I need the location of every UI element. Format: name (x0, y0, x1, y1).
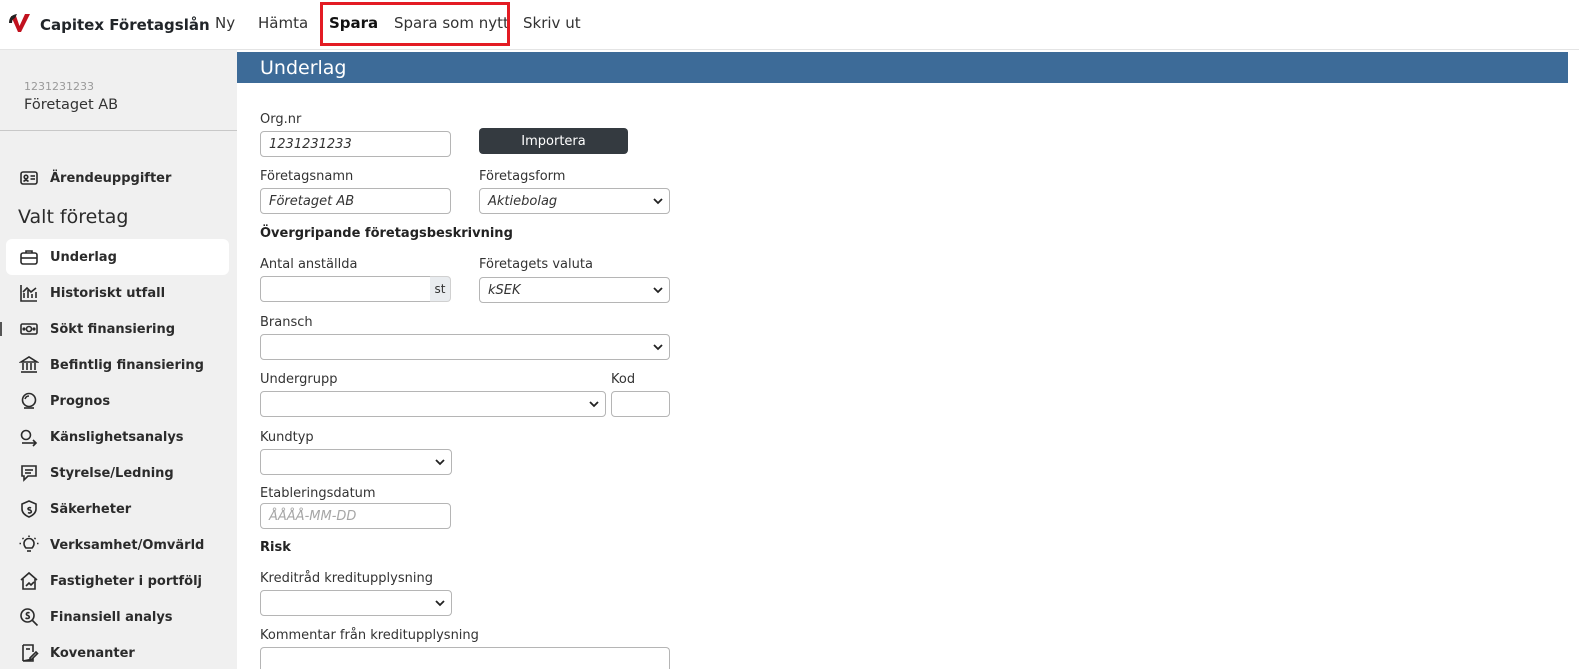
briefcase-icon (18, 246, 40, 268)
sidebar: 1231231233 Företaget AB Ärendeuppgifter … (0, 50, 237, 669)
bank-icon (18, 354, 40, 376)
currency-label: Företagets valuta (479, 257, 593, 272)
sidebar-item-prognos[interactable]: Prognos (6, 383, 229, 419)
orgnr-label: Org.nr (260, 112, 302, 127)
chevron-down-icon (435, 600, 445, 607)
sidebar-divider (0, 130, 237, 131)
top-navbar: Capitex Företagslån Ny Hämta Spara Spara… (0, 0, 1579, 50)
page-title: Underlag (260, 57, 347, 79)
sidebar-item-befintlig-finansiering[interactable]: Befintlig finansiering (6, 347, 229, 383)
company-form-label: Företagsform (479, 169, 566, 184)
chart-icon (18, 282, 40, 304)
company-name-input[interactable]: Företaget AB (260, 188, 451, 214)
company-orgnr: 1231231233 (24, 80, 94, 93)
document-edit-icon (18, 642, 40, 664)
nav-skriv-ut[interactable]: Skriv ut (523, 14, 581, 32)
lightbulb-icon (18, 534, 40, 556)
industry-select[interactable] (260, 334, 670, 360)
sidebar-item-sokt-finansiering[interactable]: Sökt finansiering (6, 311, 229, 347)
orgnr-value: 1231231233 (269, 136, 352, 152)
established-label: Etableringsdatum (260, 486, 376, 501)
brand[interactable]: Capitex Företagslån (8, 13, 210, 37)
industry-label: Bransch (260, 315, 313, 330)
highlight-annotation (320, 2, 510, 46)
company-form-value: Aktiebolag (488, 193, 558, 209)
sidebar-item-finansiell-analys[interactable]: Finansiell analys (6, 599, 229, 635)
scroll-marker (0, 322, 2, 336)
company-form-select[interactable]: Aktiebolag (479, 188, 670, 214)
customer-type-label: Kundtyp (260, 430, 314, 445)
money-icon (18, 318, 40, 340)
company-block: 1231231233 Företaget AB (24, 80, 118, 113)
employees-unit: st (430, 276, 451, 302)
sidebar-item-label: Säkerheter (50, 501, 132, 517)
sidebar-item-label: Verksamhet/Omvärld (50, 537, 205, 553)
sidebar-item-label: Sökt finansiering (50, 321, 176, 337)
sidebar-item-label: Styrelse/Ledning (50, 465, 174, 481)
credit-advice-select[interactable] (260, 590, 452, 616)
nav-hamta[interactable]: Hämta (258, 14, 308, 32)
sidebar-item-label: Känslighetsanalys (50, 429, 184, 445)
sidebar-item-fastigheter-i-portfolj[interactable]: Fastigheter i portfölj (6, 563, 229, 599)
sidebar-item-underlag[interactable]: Underlag (6, 239, 229, 275)
credit-comment-textarea[interactable] (260, 647, 670, 669)
sidebar-item-label: Fastigheter i portfölj (50, 573, 202, 589)
capitex-logo-icon (8, 12, 33, 38)
subgroup-label: Undergrupp (260, 372, 338, 387)
search-dollar-icon (18, 606, 40, 628)
sensitivity-arrow-icon (18, 426, 40, 448)
credit-comment-label: Kommentar från kreditupplysning (260, 628, 479, 643)
subgroup-select[interactable] (260, 391, 606, 417)
sidebar-item-sakerheter[interactable]: Säkerheter (6, 491, 229, 527)
credit-advice-label: Kreditråd kreditupplysning (260, 571, 433, 586)
import-button[interactable]: Importera (479, 128, 628, 154)
sidebar-item-verksamhet-omvarld[interactable]: Verksamhet/Omvärld (6, 527, 229, 563)
sidebar-item-styrelse-ledning[interactable]: Styrelse/Ledning (6, 455, 229, 491)
company-name-label: Företagsnamn (260, 169, 354, 184)
currency-select[interactable]: kSEK (479, 277, 670, 303)
established-date-input[interactable]: ÅÅÅÅ-MM-DD (260, 503, 451, 529)
section-title: Valt företag (18, 206, 129, 228)
chevron-down-icon (653, 344, 663, 351)
sidebar-item-label: Prognos (50, 393, 111, 409)
sidebar-item-kanslighetsanalys[interactable]: Känslighetsanalys (6, 419, 229, 455)
sidebar-item-label: Befintlig finansiering (50, 357, 204, 373)
established-placeholder: ÅÅÅÅ-MM-DD (269, 508, 357, 524)
customer-type-select[interactable] (260, 449, 452, 475)
employees-label: Antal anställda (260, 257, 358, 272)
code-label: Kod (611, 372, 636, 387)
sidebar-item-historiskt-utfall[interactable]: Historiskt utfall (6, 275, 229, 311)
employees-input[interactable] (260, 276, 431, 302)
company-name-value: Företaget AB (269, 193, 355, 209)
crystal-ball-icon (18, 390, 40, 412)
sidebar-item-kovenanter[interactable]: Kovenanter (6, 635, 229, 671)
sidebar-item-label: Ärendeuppgifter (50, 170, 172, 186)
company-name: Företaget AB (24, 97, 119, 113)
brand-name: Capitex Företagslån (40, 16, 210, 34)
nav-ny[interactable]: Ny (215, 14, 235, 32)
orgnr-input[interactable]: 1231231233 (260, 131, 451, 157)
risk-heading: Risk (260, 540, 291, 555)
chevron-down-icon (589, 401, 599, 408)
content-header: Underlag (237, 52, 1568, 83)
comment-icon (18, 462, 40, 484)
shield-dollar-icon (18, 498, 40, 520)
overview-heading: Övergripande företagsbeskrivning (260, 226, 513, 241)
sidebar-item-label: Finansiell analys (50, 609, 173, 625)
sidebar-item-label: Kovenanter (50, 645, 135, 661)
sidebar-item-label: Historiskt utfall (50, 285, 166, 301)
chevron-down-icon (653, 287, 663, 294)
currency-value: kSEK (488, 282, 521, 298)
chevron-down-icon (435, 459, 445, 466)
id-card-icon (18, 167, 40, 189)
house-chart-icon (18, 570, 40, 592)
sidebar-item-label: Underlag (50, 249, 117, 265)
code-input[interactable] (611, 391, 670, 417)
sidebar-item-arendeuppgifter[interactable]: Ärendeuppgifter (6, 160, 229, 196)
chevron-down-icon (653, 198, 663, 205)
